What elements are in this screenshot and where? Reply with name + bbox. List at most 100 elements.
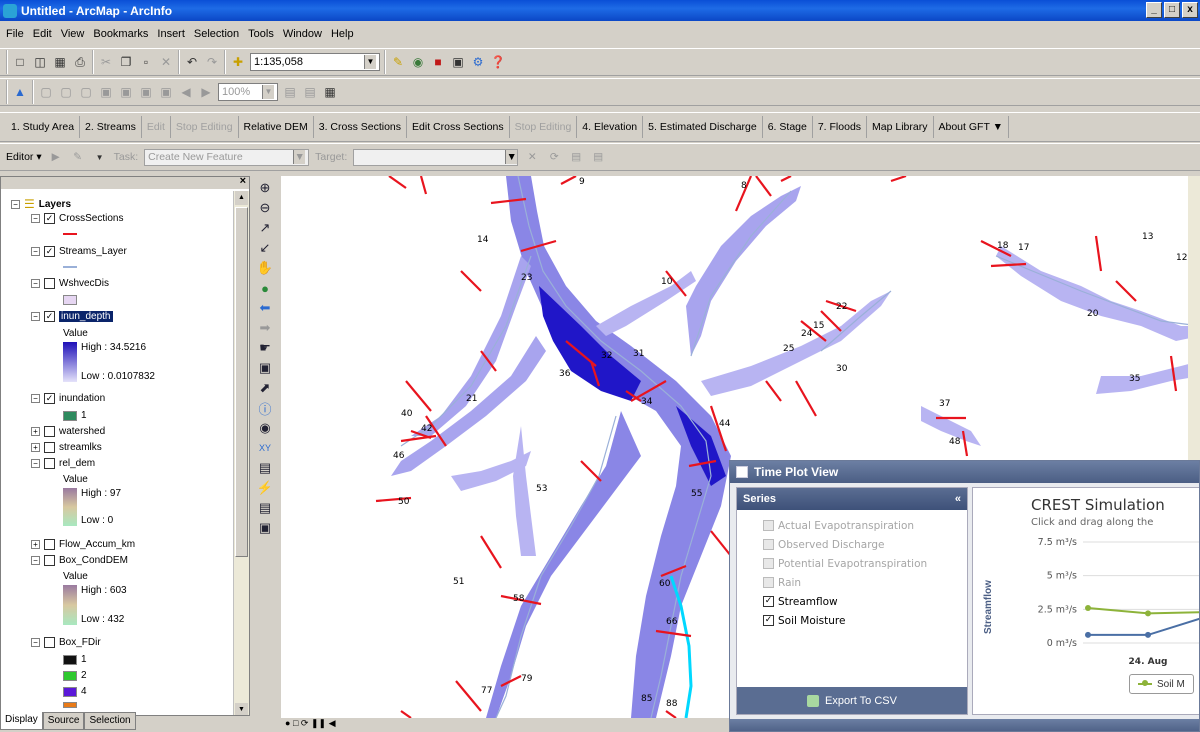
layer-wshvecdis[interactable]: − WshvecDis [31,278,109,289]
fixed-zoom-in-icon[interactable]: ▣ [118,84,134,100]
layer-visibility-checkbox[interactable]: ✓ [44,393,55,404]
scroll-down-icon[interactable]: ▼ [235,703,248,715]
sketch-properties-icon[interactable]: ▤ [590,149,606,165]
sketch-tool-icon[interactable]: ✎ [70,149,86,165]
time-slider-icon[interactable]: ▣ [257,520,273,536]
chart-panel[interactable]: CREST Simulation Click and drag along th… [972,487,1199,715]
menu-window[interactable]: Window [283,28,322,40]
find-icon[interactable]: ◉ [257,420,273,436]
gft-streams-button[interactable]: 2. Streams [80,116,142,138]
layer-streams[interactable]: − ✓ Streams_Layer [31,246,127,257]
toc-scrollbar[interactable]: ▲ ▼ [233,191,249,715]
pan-page-icon[interactable]: ▢ [78,84,94,100]
focus-data-frame-icon[interactable]: ▤ [302,84,318,100]
modelbuilder-icon[interactable]: ⚙ [470,54,486,70]
toggle-draft-mode-icon[interactable]: ▤ [282,84,298,100]
arccatalog-icon[interactable]: ◉ [410,54,426,70]
editor-menu[interactable]: Editor ▾ [6,151,42,163]
gft-estimated-discharge-button[interactable]: 5. Estimated Discharge [643,116,763,138]
layer-crosssections[interactable]: − ✓ CrossSections [31,213,123,224]
series-item-streamflow[interactable]: ✓ Streamflow [737,592,967,611]
print-icon[interactable]: ⎙ [72,54,88,70]
gft-cross-sections-button[interactable]: 3. Cross Sections [314,116,408,138]
layer-visibility-checkbox[interactable] [44,458,55,469]
zoom-whole-page-icon[interactable]: ▣ [98,84,114,100]
menu-view[interactable]: View [61,28,85,40]
layout-view-icon[interactable]: □ [293,718,298,728]
html-popup-icon[interactable]: ▤ [257,500,273,516]
export-csv-button[interactable]: Export To CSV [737,687,967,714]
layer-visibility-checkbox[interactable] [44,637,55,648]
scroll-left-icon[interactable]: ◀ [329,718,336,728]
menu-help[interactable]: Help [331,28,354,40]
go-to-xy-icon[interactable]: XY [257,440,273,456]
layer-watershed[interactable]: + watershed [31,426,105,437]
expand-icon[interactable]: + [31,443,40,452]
chevron-down-icon[interactable]: ▼ [92,149,108,165]
add-data-icon[interactable]: ✚ [230,54,246,70]
arctoolbox-icon[interactable]: ■ [430,54,446,70]
gft-edit-button[interactable]: Edit [142,116,171,138]
menu-selection[interactable]: Selection [194,28,239,40]
measure-icon[interactable]: ▤ [257,460,273,476]
editor-toolbar-icon[interactable]: ✎ [390,54,406,70]
layer-inundation[interactable]: − ✓ inundation [31,393,105,404]
chevron-down-icon[interactable]: ▼ [364,55,376,69]
paste-icon[interactable]: ▫ [138,54,154,70]
collapse-icon[interactable]: − [31,312,40,321]
collapse-icon[interactable]: − [11,199,20,209]
layer-box-fdir[interactable]: − Box_FDir [31,637,101,648]
collapse-icon[interactable]: − [31,556,40,565]
pan-icon[interactable]: ✋ [257,260,273,276]
layout-zoom-select[interactable]: 100% ▼ [218,83,278,101]
fixed-zoom-out-icon[interactable]: ↙ [257,240,273,256]
menu-insert[interactable]: Insert [157,28,185,40]
series-point[interactable] [1085,631,1091,638]
gft-study-area-button[interactable]: 1. Study Area [6,116,81,138]
refresh-icon[interactable]: ⟳ [301,718,309,728]
command-line-icon[interactable]: ▣ [450,54,466,70]
collapse-panel-icon[interactable]: « [955,493,961,505]
tab-source[interactable]: Source [42,712,85,730]
pause-icon[interactable]: ❚❚ [311,718,326,728]
zoom-out-layout-icon[interactable]: ▢ [58,84,74,100]
series-checkbox[interactable]: ✓ [763,596,774,607]
forward-extent-icon[interactable]: ▶ [198,84,214,100]
fixed-zoom-in-icon[interactable]: ↗ [257,220,273,236]
collapse-icon[interactable]: − [31,638,40,647]
layer-rel-dem[interactable]: − rel_dem [31,458,95,469]
data-view-icon[interactable]: ● [285,718,290,728]
menu-bookmarks[interactable]: Bookmarks [93,28,148,40]
task-select[interactable]: Create New Feature ▼ [144,148,310,166]
layer-visibility-checkbox[interactable]: ✓ [44,311,55,322]
fixed-zoom-out-icon[interactable]: ▣ [138,84,154,100]
chevron-down-icon[interactable]: ▼ [262,85,274,99]
tab-display[interactable]: Display [0,712,43,730]
layer-visibility-checkbox[interactable] [44,555,55,566]
zoom-in-layout-icon[interactable]: ▢ [38,84,54,100]
series-point[interactable] [1145,610,1151,617]
collapse-icon[interactable]: − [31,214,40,223]
expand-icon[interactable]: + [31,540,40,549]
series-checkbox[interactable]: ✓ [763,615,774,626]
collapse-icon[interactable]: − [31,247,40,256]
menu-file[interactable]: File [6,28,24,40]
layer-visibility-checkbox[interactable]: ✓ [44,213,55,224]
layer-visibility-checkbox[interactable] [44,278,55,289]
identify-icon[interactable]: ⓘ [257,400,273,417]
time-plot-titlebar[interactable]: Time Plot View [730,461,1199,483]
series-point[interactable] [1085,604,1091,611]
menu-tools[interactable]: Tools [248,28,274,40]
select-elements-icon[interactable]: ⬈ [257,380,273,396]
series-item-rain[interactable]: Rain [737,573,967,592]
zoom-100-icon[interactable]: ▣ [158,84,174,100]
toc-root[interactable]: − ☰ Layers [11,197,71,211]
delete-icon[interactable]: ✕ [158,54,174,70]
series-item-actual-et[interactable]: Actual Evapotranspiration [737,516,967,535]
full-extent-icon[interactable]: ● [257,280,273,296]
series-item-observed-discharge[interactable]: Observed Discharge [737,535,967,554]
zoom-out-icon[interactable]: ⊖ [257,200,273,216]
collapse-icon[interactable]: − [31,279,40,288]
gft-map-library-button[interactable]: Map Library [867,116,934,138]
series-item-soil-moisture[interactable]: ✓ Soil Moisture [737,611,967,630]
